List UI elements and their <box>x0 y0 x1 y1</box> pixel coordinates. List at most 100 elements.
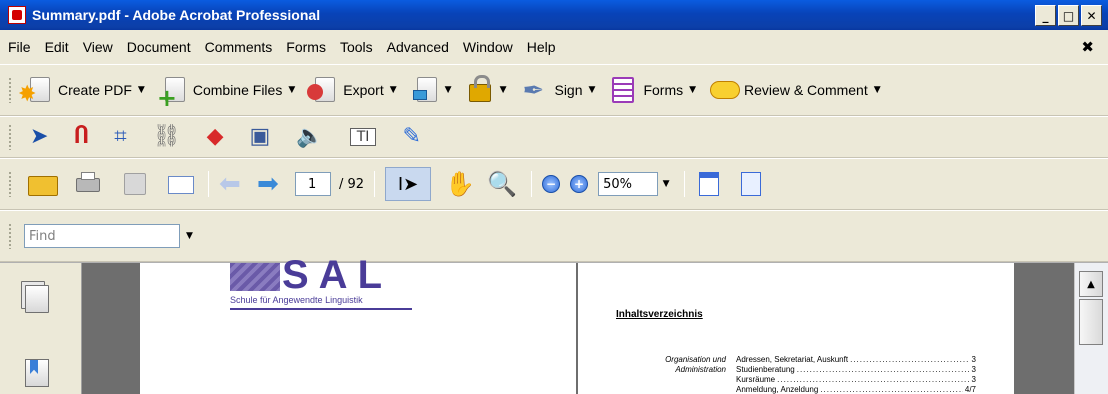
toc-section-line: Organisation und <box>665 355 726 364</box>
review-comment-label: Review & Comment <box>744 82 868 98</box>
window-title: Summary.pdf - Adobe Acrobat Professional <box>32 7 321 23</box>
combine-files-icon: + <box>157 76 187 110</box>
scroll-thumb[interactable] <box>1079 299 1103 345</box>
menu-advanced[interactable]: Advanced <box>387 39 449 55</box>
find-input[interactable]: Find <box>24 224 180 248</box>
pages-icon[interactable] <box>25 285 49 313</box>
select-tool-button[interactable]: I➤ <box>385 167 432 201</box>
toc-entry-label: Anmeldung, Anzeldung <box>736 385 819 394</box>
link-icon[interactable]: ⛓ <box>153 126 181 148</box>
toc-entries: Adressen, Sekretariat, Auskunft ........… <box>736 355 976 394</box>
toolbar-grip[interactable] <box>8 171 12 197</box>
hand-tool-icon[interactable]: ✋ <box>445 170 475 198</box>
chevron-down-icon: ▼ <box>444 85 452 95</box>
text-field-icon[interactable]: TI <box>349 128 377 146</box>
previous-page-icon[interactable]: ⬅ <box>219 170 247 198</box>
toolbar-separator <box>374 171 376 197</box>
lock-icon <box>466 75 494 104</box>
menu-tools[interactable]: Tools <box>340 39 373 55</box>
window-controls: _ □ ✕ <box>1035 5 1102 26</box>
menu-document[interactable]: Document <box>127 39 191 55</box>
secure-send-button[interactable]: ▼ <box>411 76 466 104</box>
chevron-down-icon: ▼ <box>873 85 881 95</box>
fit-page-icon[interactable] <box>737 170 765 198</box>
toolbar-grip[interactable] <box>8 77 12 103</box>
open-folder-icon[interactable] <box>28 170 58 198</box>
review-comment-button[interactable]: Review & Comment ▼ <box>710 76 895 104</box>
close-document-icon[interactable]: ✖ <box>1081 38 1094 56</box>
toc-section-label: Organisation und Administration <box>608 355 726 375</box>
combine-files-button[interactable]: + Combine Files ▼ <box>157 76 309 110</box>
toolbar-grip[interactable] <box>8 124 12 150</box>
maximize-button[interactable]: □ <box>1058 5 1079 26</box>
toolbar-separator <box>208 171 209 197</box>
navigation-pane <box>0 263 82 394</box>
movie-icon[interactable]: ▣ <box>250 126 271 148</box>
crop-icon[interactable]: ⌗ <box>114 126 126 148</box>
minimize-button[interactable]: _ <box>1035 5 1056 26</box>
pen-icon: ✒ <box>522 76 545 106</box>
menu-forms[interactable]: Forms <box>286 39 326 55</box>
chevron-down-icon: ▼ <box>588 85 596 95</box>
create-pdf-label: Create PDF <box>58 82 132 98</box>
toc-entry-label: Adressen, Sekretariat, Auskunft <box>736 355 849 364</box>
close-button[interactable]: ✕ <box>1081 5 1102 26</box>
fit-width-icon[interactable] <box>695 170 723 198</box>
edit-form-icon[interactable]: ✎ <box>402 126 420 148</box>
select-object-icon[interactable]: ➤ <box>30 126 48 148</box>
save-icon[interactable] <box>120 170 148 198</box>
arrow-up-icon: ▲ <box>1087 278 1095 290</box>
bookmarks-icon[interactable] <box>25 359 49 387</box>
pdf-page-left: SAL Schule für Angewendte Linguistik <box>140 255 576 394</box>
navigation-toolbar: ⬅ ➡ 1 / 92 I➤ ✋ 🔍 − + 50% ▼ <box>0 158 1108 210</box>
menu-edit[interactable]: Edit <box>45 39 69 55</box>
chevron-down-icon: ▼ <box>499 85 507 95</box>
toc-entry: Kursräume ..............................… <box>736 375 976 384</box>
menu-help[interactable]: Help <box>527 39 556 55</box>
find-toolbar: Find ▼ <box>0 210 1108 262</box>
zoom-in-button[interactable]: + <box>570 175 589 193</box>
marquee-zoom-icon[interactable]: 🔍 <box>487 170 517 198</box>
export-icon <box>307 76 337 104</box>
text-cursor-icon: I➤ <box>397 173 419 195</box>
zoom-out-button[interactable]: − <box>542 175 561 193</box>
toc-entry: Studienberatung ........................… <box>736 365 976 374</box>
menu-comments[interactable]: Comments <box>205 39 273 55</box>
forms-button[interactable]: Forms ▼ <box>609 76 710 104</box>
toc-title: Inhaltsverzeichnis <box>616 309 703 320</box>
menu-file[interactable]: File <box>8 39 31 55</box>
sign-label: Sign <box>554 82 583 98</box>
chevron-down-icon: ▼ <box>137 85 145 95</box>
forms-label: Forms <box>643 82 684 98</box>
chevron-down-icon: ▼ <box>389 85 397 95</box>
scroll-up-button[interactable]: ▲ <box>1079 271 1103 297</box>
toc-entry: Anmeldung, Anzeldung ...................… <box>736 385 976 394</box>
create-pdf-button[interactable]: ✸ Create PDF ▼ <box>18 76 159 107</box>
comment-bubble-icon <box>710 76 741 104</box>
page-number-input[interactable]: 1 <box>295 172 331 196</box>
send-document-icon <box>411 76 439 104</box>
print-icon[interactable] <box>74 170 102 198</box>
zoom-level-input[interactable]: 50% <box>598 172 659 196</box>
secure-button[interactable]: ▼ <box>466 75 521 104</box>
combine-files-label: Combine Files <box>192 82 283 98</box>
find-dropdown-icon[interactable]: ▼ <box>186 231 193 241</box>
menu-view[interactable]: View <box>83 39 113 55</box>
3d-object-icon[interactable]: ◆ <box>207 126 224 148</box>
task-toolbar: ✸ Create PDF ▼ + Combine Files ▼ Export … <box>0 64 1108 116</box>
email-icon[interactable] <box>166 170 194 198</box>
zoom-dropdown[interactable]: ▼ <box>658 172 674 196</box>
menu-window[interactable]: Window <box>463 39 513 55</box>
logo-subtitle: Schule für Angewendte Linguistik <box>230 295 412 310</box>
toolbar-grip[interactable] <box>8 223 12 249</box>
toc-entry: Adressen, Sekretariat, Auskunft ........… <box>736 355 976 364</box>
create-pdf-icon: ✸ <box>18 76 52 107</box>
vertical-scrollbar[interactable]: ▲ <box>1074 263 1108 394</box>
sound-icon[interactable]: 🔈 <box>296 126 323 148</box>
toolbar-separator <box>531 171 533 197</box>
next-page-icon[interactable]: ➡ <box>257 170 285 198</box>
sign-button[interactable]: ✒ Sign ▼ <box>520 76 609 104</box>
touchup-text-icon[interactable]: Ⴖ <box>74 126 88 148</box>
export-button[interactable]: Export ▼ <box>307 76 410 104</box>
acrobat-pdf-icon <box>8 6 26 24</box>
